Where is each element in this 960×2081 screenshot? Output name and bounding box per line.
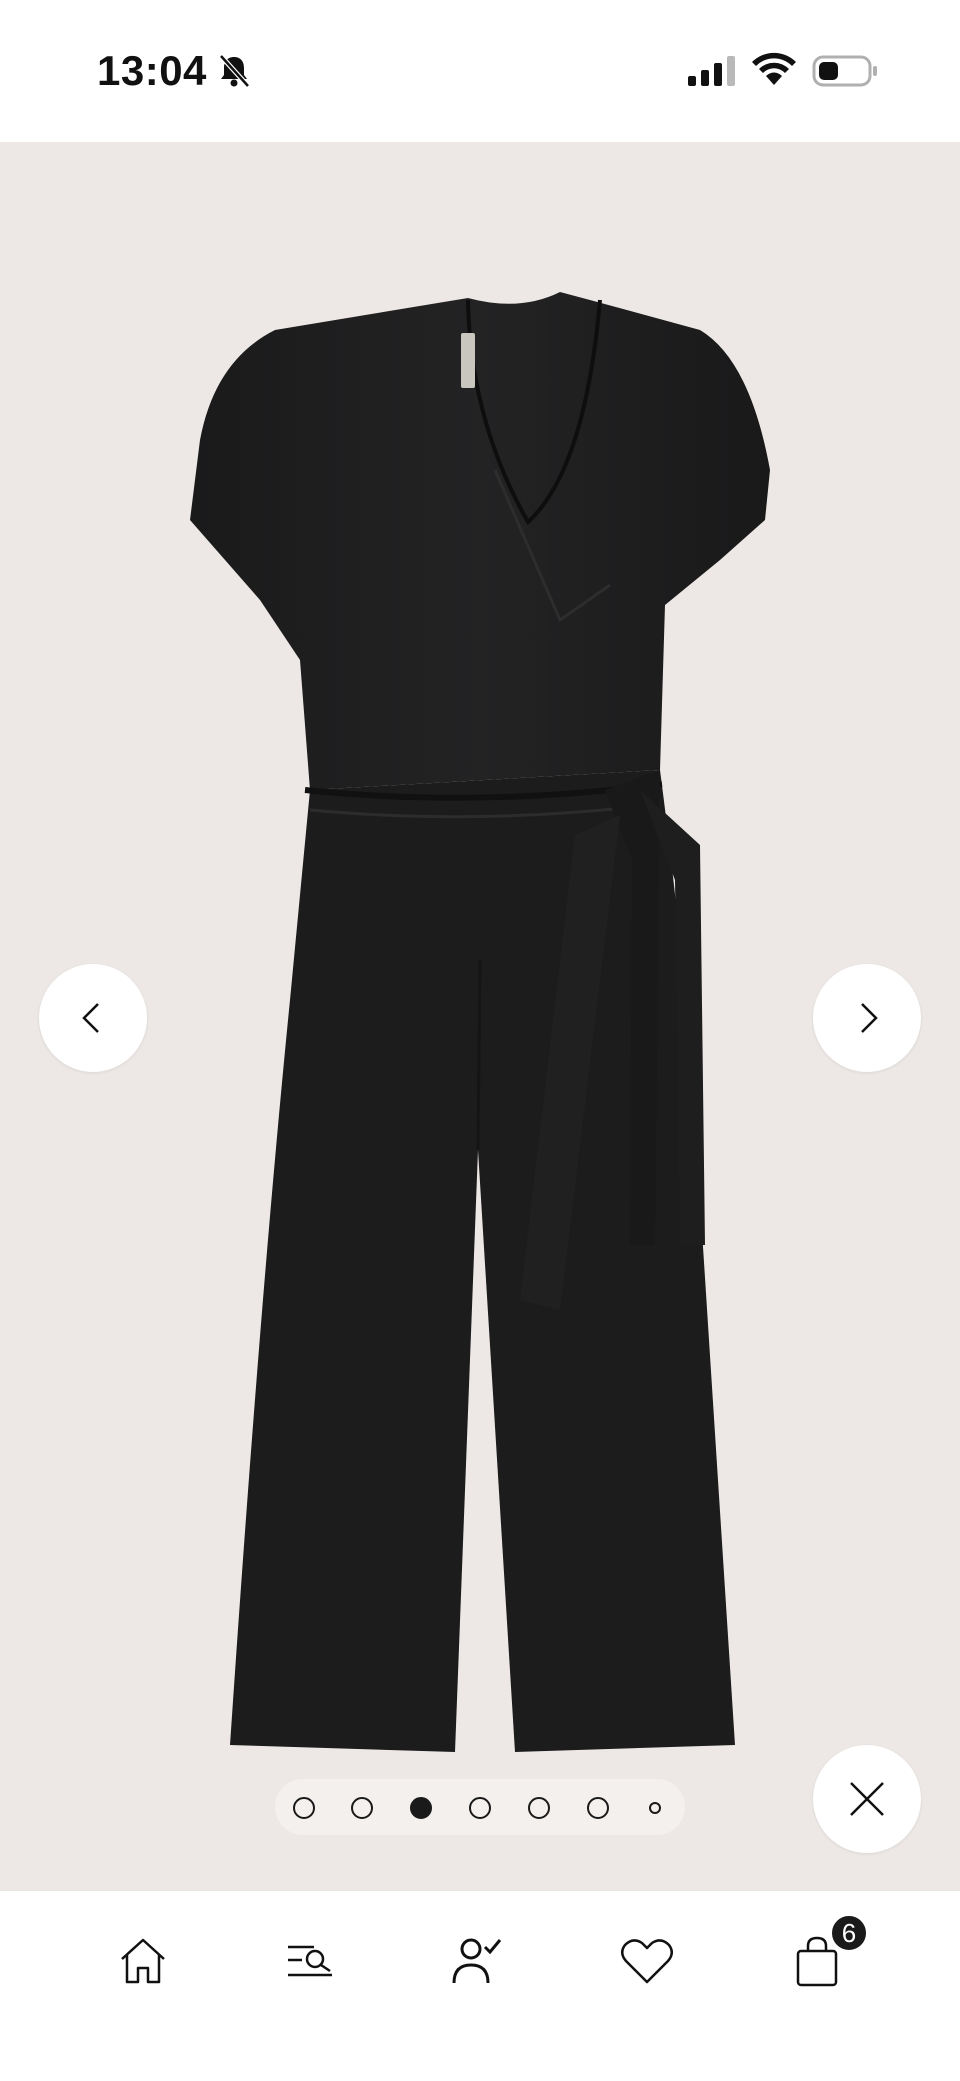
chevron-left-icon [82,1003,99,1033]
wifi-icon [752,52,796,85]
image-pagination [275,1779,685,1835]
status-bar: 13:04 [0,0,960,142]
user-check-icon [452,1938,502,1984]
pagination-dot[interactable] [649,1802,661,1814]
pagination-dot[interactable] [293,1797,315,1819]
heart-icon [621,1939,673,1984]
bag-count-badge: 6 [829,1913,869,1953]
tab-search[interactable] [275,1926,345,1996]
bell-slash-icon [219,54,250,88]
pagination-dot[interactable] [528,1797,550,1819]
pagination-dot[interactable] [351,1797,373,1819]
previous-image-button[interactable] [39,964,147,1072]
pagination-dot[interactable] [587,1797,609,1819]
status-time: 13:04 [97,47,207,94]
next-image-button[interactable] [813,964,921,1072]
pagination-dot-active[interactable] [410,1797,432,1819]
home-icon [121,1938,165,1984]
close-icon [850,1782,884,1816]
pagination-dot[interactable] [469,1797,491,1819]
close-gallery-button[interactable] [813,1745,921,1853]
tab-home[interactable] [108,1926,178,1996]
signal-icon [688,56,735,86]
bottom-tab-bar: 6 [0,1890,960,2081]
product-gallery[interactable] [0,142,960,1890]
tab-favorites[interactable] [612,1926,682,1996]
tab-account[interactable] [442,1926,512,1996]
chevron-right-icon [861,1003,878,1033]
battery-icon [812,55,877,87]
search-menu-icon [288,1945,332,1977]
